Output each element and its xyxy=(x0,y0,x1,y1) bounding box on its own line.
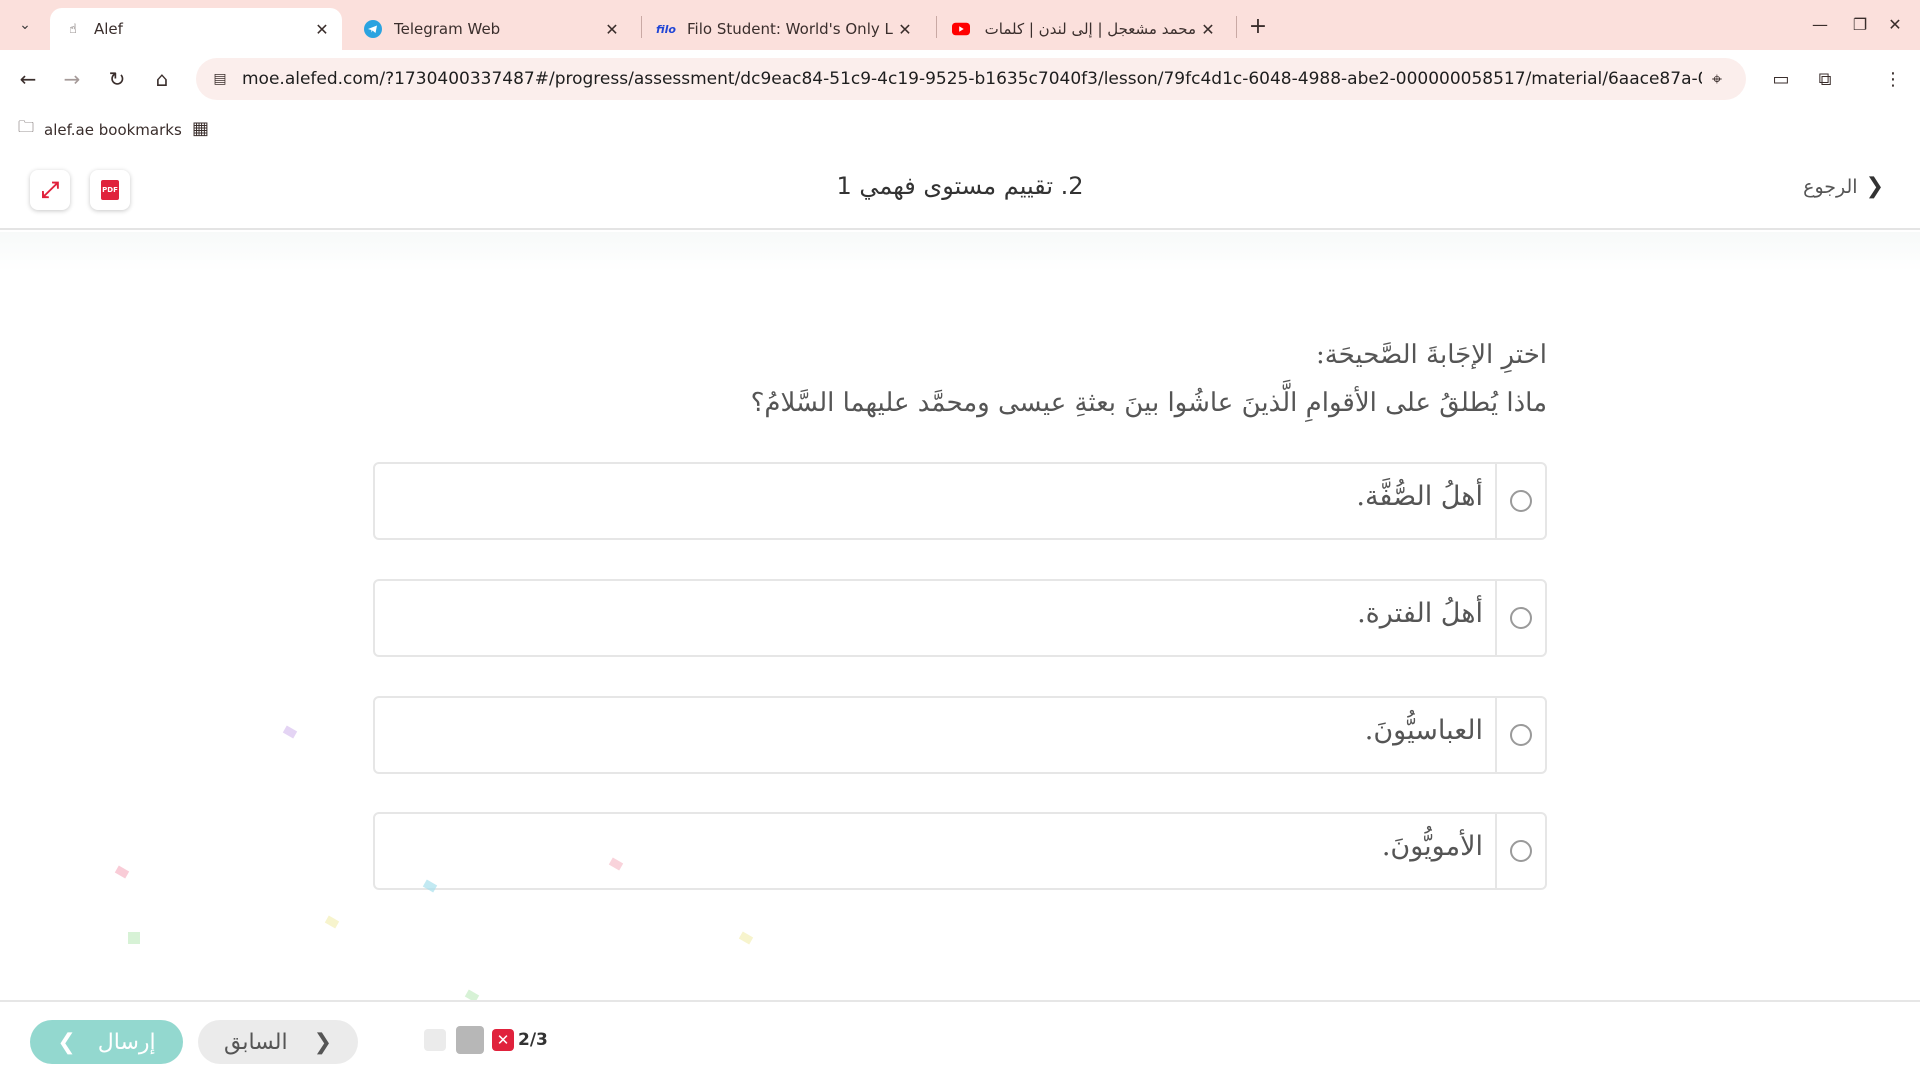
progress-wrong-icon: ✕ xyxy=(492,1029,514,1051)
tab-divider xyxy=(1236,16,1237,38)
radio-cell[interactable] xyxy=(1495,698,1545,772)
lesson-header: ⤢ PDF 2. تقييم مستوى فهمي 1 ❯ الرجوع xyxy=(0,150,1920,230)
tab-title: Telegram Web xyxy=(394,20,501,38)
previous-button[interactable]: السابق ❯ xyxy=(198,1020,358,1064)
cast-icon[interactable]: ▭ xyxy=(1766,64,1796,94)
tab-title: Alef xyxy=(94,20,123,38)
home-icon[interactable]: ⌂ xyxy=(146,63,178,95)
radio-cell[interactable] xyxy=(1495,814,1545,888)
tab-divider xyxy=(936,16,937,38)
tab-search-chevron-icon[interactable]: ⌄ xyxy=(10,10,40,40)
confetti-piece xyxy=(128,932,140,944)
tab-youtube[interactable]: محمد مشعجل | إلى لندن | كلمات ✕ xyxy=(938,8,1228,50)
close-tab-icon[interactable]: ✕ xyxy=(1196,17,1220,41)
site-info-icon[interactable]: ▤ xyxy=(210,69,230,89)
tab-alef[interactable]: ☝ Alef ✕ xyxy=(50,8,342,50)
expand-icon: ⤢ xyxy=(41,177,59,203)
tab-title: محمد مشعجل | إلى لندن | كلمات xyxy=(984,20,1196,38)
answer-option-2[interactable]: أهلُ الفترة. xyxy=(373,579,1547,657)
progress-step-empty xyxy=(424,1029,446,1051)
address-bar[interactable]: ▤ moe.alefed.com/?1730400337487#/progres… xyxy=(196,58,1746,100)
confetti-piece xyxy=(324,915,340,929)
answer-option-4[interactable]: الأمويُّونَ. xyxy=(373,812,1547,890)
fullscreen-button[interactable]: ⤢ xyxy=(30,170,70,210)
close-window-icon[interactable]: ✕ xyxy=(1880,10,1910,38)
close-tab-icon[interactable]: ✕ xyxy=(600,17,624,41)
bookmark-folder[interactable]: 🗀 alef.ae bookmarks xyxy=(18,116,182,143)
folder-icon: 🗀 xyxy=(18,117,35,136)
alef-icon: ☝ xyxy=(69,21,77,37)
question-area: اخترِ الإجَابةَ الصَّحيحَة: ماذا يُطلقُ … xyxy=(0,232,1920,1003)
option-text: أهلُ الصُّفَّة. xyxy=(1356,481,1483,512)
tab-title: Filo Student: World's Only Live I xyxy=(687,20,893,38)
restore-icon[interactable]: ❐ xyxy=(1845,10,1875,38)
pdf-icon: PDF xyxy=(101,180,119,200)
pdf-button[interactable]: PDF xyxy=(90,170,130,210)
forward-arrow-icon[interactable]: → xyxy=(56,63,88,95)
page-title: 2. تقييم مستوى فهمي 1 xyxy=(836,172,1084,200)
previous-label: السابق xyxy=(223,1029,288,1055)
answer-option-3[interactable]: العباسيُّونَ. xyxy=(373,696,1547,774)
option-text: الأمويُّونَ. xyxy=(1381,831,1483,862)
submit-label: إرسال xyxy=(97,1029,156,1055)
chevron-right-icon: ❯ xyxy=(313,1029,333,1055)
confetti-piece xyxy=(738,931,754,945)
question-text: ماذا يُطلقُ على الأقوامِ الَّذينَ عاشُوا… xyxy=(750,388,1547,418)
radio-button[interactable] xyxy=(1510,840,1532,862)
option-text: العباسيُّونَ. xyxy=(1364,715,1483,746)
tab-filo[interactable]: filo Filo Student: World's Only Live I ✕ xyxy=(643,8,925,50)
browser-tabstrip: ⌄ ☝ Alef ✕ Telegram Web ✕ filo Filo Stud… xyxy=(0,0,1920,50)
answer-option-1[interactable]: أهلُ الصُّفَّة. xyxy=(373,462,1547,540)
reload-icon[interactable]: ↻ xyxy=(101,63,133,95)
submit-button[interactable]: ❮ إرسال xyxy=(30,1020,183,1064)
assessment-footer: ❮ إرسال السابق ❯ xyxy=(0,1000,1920,1080)
back-label: الرجوع xyxy=(1803,175,1858,198)
back-link[interactable]: ❯ الرجوع xyxy=(1803,174,1884,199)
tab-divider xyxy=(641,16,642,38)
confetti-piece xyxy=(282,725,298,739)
radio-button[interactable] xyxy=(1510,490,1532,512)
back-arrow-icon[interactable]: ← xyxy=(12,63,44,95)
progress-counter: 2/3 xyxy=(518,1030,548,1050)
radio-cell[interactable] xyxy=(1495,581,1545,655)
bookmarks-bar: 🗀 alef.ae bookmarks ▦ xyxy=(0,108,1920,150)
filo-icon: filo xyxy=(656,22,676,36)
minimize-icon[interactable]: — xyxy=(1805,10,1835,38)
close-tab-icon[interactable]: ✕ xyxy=(893,17,917,41)
url-text[interactable]: moe.alefed.com/?1730400337487#/progress/… xyxy=(242,69,1702,89)
more-menu-icon[interactable]: ⋮ xyxy=(1878,64,1908,94)
browser-toolbar: ← → ↻ ⌂ ▤ moe.alefed.com/?1730400337487#… xyxy=(0,50,1920,108)
close-tab-icon[interactable]: ✕ xyxy=(310,17,334,41)
location-pin-icon[interactable]: ⌖ xyxy=(1702,69,1732,90)
option-text: أهلُ الفترة. xyxy=(1357,598,1483,629)
bookmark-folder-label: alef.ae bookmarks xyxy=(44,120,182,139)
progress-step-current xyxy=(456,1026,484,1054)
extensions-puzzle-icon[interactable]: ⧉ xyxy=(1810,64,1840,94)
new-tab-plus-icon[interactable]: + xyxy=(1244,12,1272,40)
radio-button[interactable] xyxy=(1510,724,1532,746)
radio-cell[interactable] xyxy=(1495,464,1545,538)
question-instruction: اخترِ الإجَابةَ الصَّحيحَة: xyxy=(1315,340,1547,370)
youtube-icon xyxy=(952,20,970,38)
confetti-piece xyxy=(114,865,130,879)
chevron-right-icon: ❯ xyxy=(1865,174,1884,199)
telegram-icon xyxy=(364,20,382,38)
radio-button[interactable] xyxy=(1510,607,1532,629)
apps-grid-icon[interactable]: ▦ xyxy=(192,118,209,139)
tab-telegram[interactable]: Telegram Web ✕ xyxy=(350,8,632,50)
chevron-left-icon: ❮ xyxy=(57,1029,76,1055)
